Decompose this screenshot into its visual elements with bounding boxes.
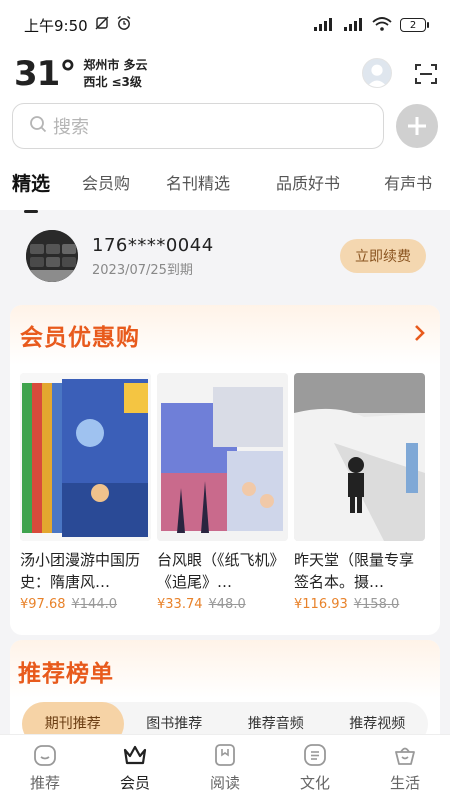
chevron-right-icon[interactable] bbox=[414, 324, 426, 346]
list-icon bbox=[302, 742, 328, 768]
face-icon bbox=[32, 742, 58, 768]
search-placeholder: 搜索 bbox=[53, 117, 89, 138]
temperature: 31° bbox=[14, 54, 76, 94]
weather-bar[interactable]: 31° 郑州市 多云 西北 ≤3级 bbox=[0, 50, 450, 98]
book-price: ¥116.93 ¥158.0 bbox=[294, 597, 425, 612]
ranking-title: 推荐榜单 bbox=[10, 640, 440, 698]
wifi-icon bbox=[372, 16, 392, 34]
book-item[interactable]: 台风眼（《纸飞机》《追尾》… ¥33.74 ¥48.0 bbox=[157, 373, 288, 612]
book-item[interactable]: 汤小团漫游中国历史：隋唐风… ¥97.68 ¥144.0 bbox=[20, 373, 151, 612]
weather-info: 郑州市 多云 西北 ≤3级 bbox=[83, 57, 147, 91]
user-icon bbox=[366, 64, 388, 87]
member-card: 176****0044 2023/07/25到期 立即续费 bbox=[10, 212, 440, 300]
renew-button[interactable]: 立即续费 bbox=[340, 239, 426, 273]
nav-item-read[interactable]: 阅读 bbox=[185, 742, 265, 793]
book-cover[interactable] bbox=[294, 373, 425, 541]
price-current: ¥33.74 bbox=[157, 597, 203, 612]
nav-label: 会员 bbox=[119, 774, 150, 792]
nav-label: 生活 bbox=[389, 774, 420, 792]
search-icon bbox=[29, 115, 47, 138]
top-tabs: 精选 会员购 名刊精选 品质好书 有声书 bbox=[0, 154, 450, 210]
book-icon bbox=[212, 742, 238, 768]
tab-quality-books[interactable]: 品质好书 bbox=[276, 170, 340, 194]
tab-member-shop[interactable]: 会员购 bbox=[82, 170, 130, 194]
tab-featured[interactable]: 精选 bbox=[12, 169, 50, 196]
nav-label: 阅读 bbox=[209, 774, 240, 792]
price-original: ¥144.0 bbox=[71, 597, 118, 612]
book-price: ¥97.68 ¥144.0 bbox=[20, 597, 151, 612]
promo-header[interactable]: 会员优惠购 bbox=[10, 305, 440, 365]
tab-audiobooks[interactable]: 有声书 bbox=[384, 170, 432, 194]
header: 上午9:50 2 31° 郑州市 多云 西北 ≤3级 搜索 精选 会员购 名刊精… bbox=[0, 0, 450, 210]
price-current: ¥116.93 bbox=[294, 597, 348, 612]
nav-item-member[interactable]: 会员 bbox=[95, 742, 175, 793]
nav-label: 文化 bbox=[299, 774, 330, 792]
crown-icon bbox=[122, 742, 148, 768]
book-price: ¥33.74 ¥48.0 bbox=[157, 597, 288, 612]
search-input[interactable]: 搜索 bbox=[12, 103, 384, 149]
price-original: ¥158.0 bbox=[353, 597, 400, 612]
basket-icon bbox=[392, 742, 418, 768]
member-phone: 176****0044 bbox=[92, 234, 214, 256]
price-current: ¥97.68 bbox=[20, 597, 66, 612]
bottom-nav: 推荐 会员 阅读 文化 生活 bbox=[0, 734, 450, 800]
search-row: 搜索 bbox=[0, 98, 450, 154]
plus-icon bbox=[408, 117, 426, 135]
status-bar: 上午9:50 2 bbox=[0, 0, 450, 50]
member-info: 176****0044 2023/07/25到期 bbox=[92, 235, 340, 278]
book-item[interactable]: 昨天堂（限量专享签名本。摄… ¥116.93 ¥158.0 bbox=[294, 373, 425, 612]
signal-icon bbox=[342, 17, 364, 34]
signal-hd-icon bbox=[312, 17, 334, 34]
avatar[interactable] bbox=[362, 58, 392, 88]
book-cover[interactable] bbox=[20, 373, 151, 541]
price-original: ¥48.0 bbox=[208, 597, 246, 612]
member-promo-section: 会员优惠购 汤小团漫游中国历史：隋唐风… ¥97.68 ¥144.0 台风眼（《… bbox=[10, 305, 440, 635]
book-title: 汤小团漫游中国历史：隋唐风… bbox=[20, 551, 141, 591]
nav-item-culture[interactable]: 文化 bbox=[275, 742, 355, 793]
nav-item-recommend[interactable]: 推荐 bbox=[5, 742, 85, 793]
promo-title: 会员优惠购 bbox=[20, 325, 140, 351]
book-title: 台风眼（《纸飞机》《追尾》… bbox=[157, 551, 285, 591]
mute-icon bbox=[94, 15, 110, 35]
tab-magazines[interactable]: 名刊精选 bbox=[166, 170, 230, 194]
nav-label: 推荐 bbox=[29, 774, 60, 792]
add-button[interactable] bbox=[396, 104, 438, 148]
book-cover[interactable] bbox=[157, 373, 288, 541]
book-title: 昨天堂（限量专享签名本。摄… bbox=[294, 551, 415, 591]
member-expire-date: 2023/07/25到期 bbox=[92, 262, 193, 278]
alarm-icon bbox=[116, 15, 132, 35]
scan-icon[interactable] bbox=[414, 62, 438, 86]
nav-item-life[interactable]: 生活 bbox=[365, 742, 445, 793]
battery-icon: 2 bbox=[400, 18, 429, 32]
book-list: 汤小团漫游中国历史：隋唐风… ¥97.68 ¥144.0 台风眼（《纸飞机》《追… bbox=[10, 365, 440, 612]
member-avatar[interactable] bbox=[26, 230, 78, 282]
status-time: 上午9:50 bbox=[24, 16, 88, 35]
wind-level: 西北 ≤3级 bbox=[83, 75, 142, 89]
city-weather: 郑州市 多云 bbox=[83, 58, 148, 72]
